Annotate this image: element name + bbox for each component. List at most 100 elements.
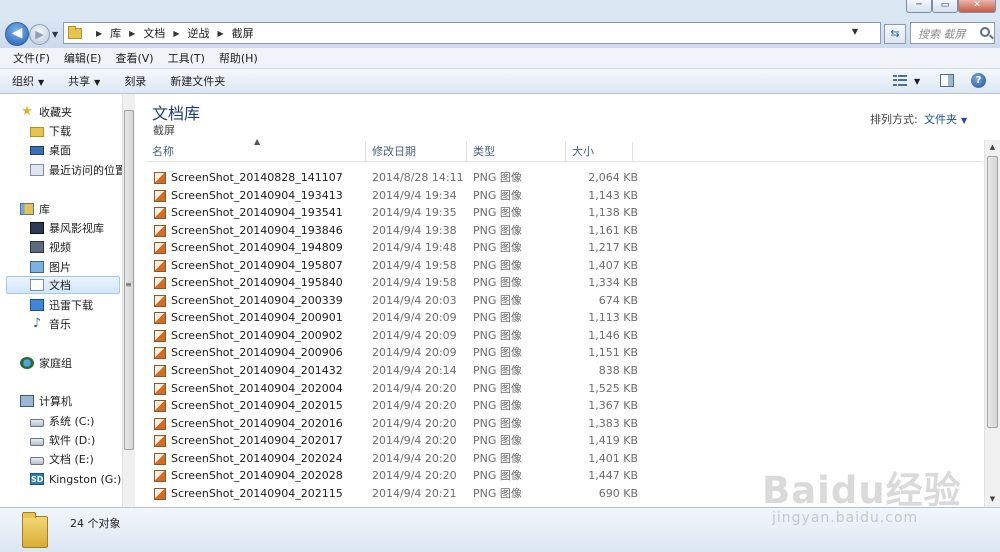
file-row[interactable]: ScreenShot_20140904_202028 2014/9/4 20:20… [146,467,986,485]
breadcrumb-screenshots[interactable]: 截屏 [232,25,254,41]
view-options-dropdown[interactable]: ▼ [914,77,920,86]
file-row[interactable]: ScreenShot_20140904_193846 2014/9/4 19:38… [146,222,986,240]
file-row[interactable]: ScreenShot_20140904_200906 2014/9/4 20:09… [146,344,986,362]
column-header-size[interactable]: 大小 [566,142,633,162]
nav-downloads[interactable]: 下载 [30,122,71,140]
breadcrumb-nizhan[interactable]: 逆战 [187,25,209,41]
file-row[interactable]: ScreenShot_20140904_200901 2014/9/4 20:09… [146,309,986,327]
change-view-icon[interactable] [893,75,907,87]
forward-button[interactable]: ▶ [29,24,50,45]
file-size: 1,367 KB [588,399,638,413]
arrange-by-value: 文件夹 [924,113,957,126]
file-row[interactable]: ScreenShot_20140904_202015 2014/9/4 20:20… [146,397,986,415]
file-size: 2,064 KB [588,171,638,184]
file-row[interactable]: ScreenShot_20140904_193541 2014/9/4 19:35… [146,204,986,222]
menu-help[interactable]: 帮助(H) [212,50,265,66]
file-type: PNG 图像 [473,434,522,448]
file-date: 2014/9/4 19:35 [372,206,457,220]
share-button[interactable]: 共享 ▼ [68,73,100,89]
nav-label: 库 [39,203,50,216]
file-size: 1,419 KB [588,434,638,448]
file-row[interactable]: ScreenShot_20140904_195840 2014/9/4 19:58… [146,274,986,292]
nav-documents[interactable]: 文档 [6,276,120,294]
file-row[interactable]: ScreenShot_20140904_193413 2014/9/4 19:34… [146,187,986,205]
file-name: ScreenShot_20140904_193541 [171,206,343,220]
file-row[interactable]: ScreenShot_20140904_200902 2014/9/4 20:09… [146,327,986,345]
organize-button[interactable]: 组织 ▼ [12,73,44,89]
chevron-right-icon[interactable]: ▶ [173,29,179,38]
nav-drive-g[interactable]: SD Kingston (G:) [30,470,121,488]
close-button[interactable]: ✕ [958,0,996,13]
nav-drive-c[interactable]: 系统 (C:) [30,412,94,430]
nav-label: 计算机 [39,395,72,408]
documents-icon [30,279,44,291]
refresh-button[interactable]: ⇆ [884,24,906,44]
nav-libraries[interactable]: 库 [20,200,50,218]
file-date: 2014/9/4 20:20 [372,399,457,413]
library-icon [20,203,34,215]
back-button[interactable]: ◀ [5,22,29,46]
nav-favorites[interactable]: ★ 收藏夹 [20,103,72,121]
nav-thunder-downloads[interactable]: 迅雷下载 [30,296,93,314]
breadcrumb-library[interactable]: 库 [110,25,121,41]
nav-homegroup[interactable]: 家庭组 [20,354,72,372]
scroll-up-icon[interactable]: ▲ [985,140,1000,155]
file-list-scroll-thumb[interactable] [987,156,998,428]
chevron-right-icon[interactable]: ▶ [129,29,135,38]
nav-drive-e[interactable]: 文档 (E:) [30,450,94,468]
search-input[interactable]: 搜索 截屏 [910,22,995,44]
minimize-button[interactable]: ─ [906,0,932,13]
nav-drive-d[interactable]: 软件 (D:) [30,431,95,449]
details-pane: 24 个对象 [0,507,1000,552]
nav-music[interactable]: ♪ 音乐 [30,315,71,333]
file-row[interactable]: ScreenShot_20140904_195807 2014/9/4 19:58… [146,257,986,275]
file-name: ScreenShot_20140904_202004 [171,381,343,395]
file-row[interactable]: ScreenShot_20140904_194809 2014/9/4 19:48… [146,239,986,257]
preview-pane-button[interactable] [940,74,954,87]
menu-edit[interactable]: 编辑(E) [57,50,109,66]
file-row[interactable]: ScreenShot_20140904_202115 2014/9/4 20:21… [146,485,986,503]
file-row[interactable]: ScreenShot_20140904_202017 2014/9/4 20:20… [146,432,986,450]
folder-icon [22,512,48,548]
chevron-right-icon[interactable]: ▶ [217,29,223,38]
file-name: ScreenShot_20140904_202024 [171,451,343,465]
chevron-right-icon[interactable]: ▶ [96,29,102,38]
arrange-by-dropdown[interactable]: 文件夹 ▼ [924,111,967,127]
help-button[interactable]: ? [971,73,986,88]
search-icon[interactable] [980,27,990,37]
file-row[interactable]: ScreenShot_20140904_202024 2014/9/4 20:20… [146,450,986,468]
file-row[interactable]: ScreenShot_20140828_141107 2014/8/28 14:1… [146,169,986,187]
menu-view[interactable]: 查看(V) [108,50,160,66]
maximize-button[interactable]: ▭ [932,0,958,13]
file-date: 2014/9/4 20:09 [372,328,457,342]
file-row[interactable]: ScreenShot_20140904_201432 2014/9/4 20:14… [146,362,986,380]
nav-scrollbar[interactable]: ≡ [122,94,135,507]
nav-videos[interactable]: 视频 [30,238,71,256]
file-row[interactable]: ScreenShot_20140904_202016 2014/9/4 20:20… [146,415,986,433]
file-size: 1,217 KB [588,241,638,255]
column-header-name[interactable]: 名称 [146,142,366,162]
burn-button[interactable]: 刻录 [124,73,146,89]
scroll-down-icon[interactable]: ▼ [985,492,1000,507]
window-caption: ─ ▭ ✕ [0,0,1000,18]
new-folder-button[interactable]: 新建文件夹 [170,73,225,89]
nav-computer[interactable]: 计算机 [20,392,72,410]
nav-desktop[interactable]: 桌面 [30,141,71,159]
recent-pages-dropdown[interactable]: ▼ [52,30,58,39]
column-header-type[interactable]: 类型 [467,142,566,162]
nav-recent-places[interactable]: 最近访问的位置 [30,161,122,179]
file-row[interactable]: ScreenShot_20140904_202004 2014/9/4 20:20… [146,380,986,398]
address-box[interactable]: ▶ 库 ▶ 文档 ▶ 逆战 ▶ 截屏 ▼ [63,22,881,44]
file-row[interactable]: ScreenShot_20140904_200339 2014/9/4 20:03… [146,292,986,310]
address-history-dropdown[interactable]: ▼ [852,27,858,36]
breadcrumb-documents[interactable]: 文档 [143,25,165,41]
png-file-icon [154,470,166,483]
file-list-scrollbar[interactable]: ▲ ▼ [984,140,1000,507]
nav-baofeng-library[interactable]: 暴风影视库 [30,219,104,237]
png-file-icon [154,224,166,237]
menu-file[interactable]: 文件(F) [6,50,57,66]
png-file-icon [154,417,166,430]
column-header-date[interactable]: 修改日期 [366,142,467,162]
menu-tools[interactable]: 工具(T) [161,50,212,66]
nav-pictures[interactable]: 图片 [30,258,71,276]
